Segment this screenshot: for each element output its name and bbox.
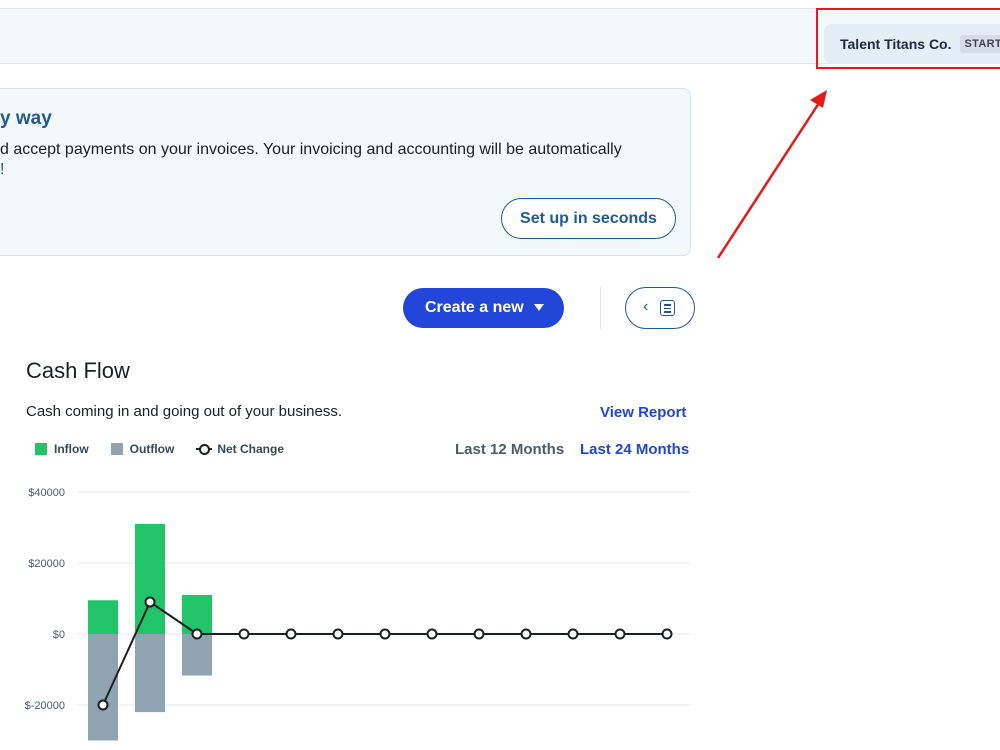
net-change-point bbox=[614, 628, 626, 640]
outflow-swatch bbox=[110, 443, 123, 455]
create-new-label: Create a new bbox=[425, 299, 524, 316]
outflow-bar bbox=[135, 634, 165, 713]
outflow-bar bbox=[182, 634, 212, 676]
y-tick-label: $20000 bbox=[28, 558, 65, 570]
inflow-swatch bbox=[35, 443, 47, 455]
net-change-point bbox=[332, 628, 344, 640]
net-change-point bbox=[144, 596, 156, 608]
outflow-bar bbox=[88, 634, 118, 741]
cash-flow-chart: $40000 $20000 $0 $-20000 bbox=[25, 487, 690, 741]
chevron-left-icon: ‹ bbox=[643, 298, 649, 315]
net-change-point bbox=[661, 628, 673, 640]
cash-flow-subtitle: Cash coming in and going out of your bus… bbox=[26, 403, 343, 420]
last-12-months-toggle[interactable]: Last 12 Months bbox=[455, 441, 564, 458]
caret-down-icon bbox=[534, 304, 544, 311]
y-tick-label: $-20000 bbox=[25, 700, 65, 712]
inflow-bar bbox=[182, 594, 212, 634]
net-change-swatch bbox=[196, 443, 213, 455]
net-change-point bbox=[426, 628, 438, 640]
set-up-payments-button[interactable]: Set up in seconds bbox=[501, 198, 676, 239]
top-bar: Talent Titans Co. STARTER bbox=[0, 8, 1000, 64]
sidebar-toggle-button[interactable]: ‹ bbox=[625, 287, 695, 329]
net-change-point bbox=[97, 699, 109, 711]
business-name: Talent Titans Co. bbox=[840, 36, 952, 52]
page: Talent Titans Co. STARTER y way d accept… bbox=[0, 0, 1000, 750]
banner-text-line-2: ! bbox=[0, 161, 5, 178]
payments-banner: y way d accept payments on your invoices… bbox=[0, 88, 691, 256]
action-divider bbox=[600, 287, 601, 329]
net-change-point bbox=[191, 628, 203, 640]
business-switcher[interactable]: Talent Titans Co. STARTER bbox=[824, 24, 1000, 64]
net-change-point bbox=[567, 628, 579, 640]
banner-title: y way bbox=[0, 108, 52, 129]
list-icon bbox=[660, 300, 675, 316]
view-report-link[interactable]: View Report bbox=[600, 404, 686, 421]
net-change-point bbox=[473, 628, 485, 640]
y-tick-label: $0 bbox=[53, 629, 65, 641]
create-new-button[interactable]: Create a new bbox=[403, 288, 564, 328]
net-change-point bbox=[238, 628, 250, 640]
legend-inflow-label: Inflow bbox=[54, 442, 89, 456]
last-24-months-toggle[interactable]: Last 24 Months bbox=[580, 441, 689, 458]
net-change-point bbox=[520, 628, 532, 640]
legend-net-change: Net Change bbox=[196, 442, 284, 456]
inflow-bar bbox=[135, 523, 165, 634]
chart-legend: Inflow Outflow Net Change bbox=[35, 442, 306, 456]
legend-inflow: Inflow bbox=[35, 442, 89, 456]
cash-flow-title: Cash Flow bbox=[26, 358, 130, 383]
plan-badge: STARTER bbox=[959, 35, 1000, 53]
net-change-point bbox=[379, 628, 391, 640]
legend-outflow: Outflow bbox=[110, 442, 175, 456]
y-tick-label: $40000 bbox=[28, 487, 65, 499]
legend-outflow-label: Outflow bbox=[129, 442, 175, 456]
banner-text-line-1: d accept payments on your invoices. Your… bbox=[0, 141, 622, 158]
inflow-bar bbox=[88, 600, 118, 634]
legend-net-change-label: Net Change bbox=[217, 442, 285, 456]
banner-text: d accept payments on your invoices. Your… bbox=[0, 140, 680, 180]
net-change-point bbox=[285, 628, 297, 640]
